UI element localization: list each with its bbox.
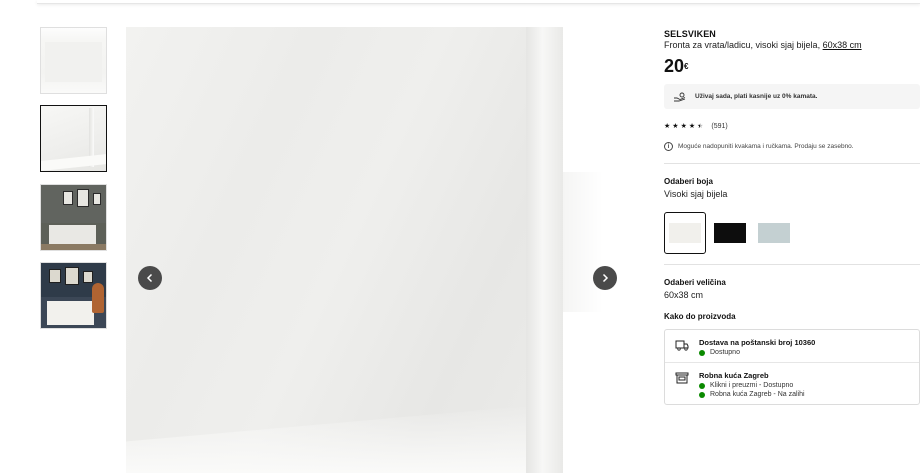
divider: [664, 264, 920, 265]
product-image-background: [563, 27, 628, 473]
price-currency: €: [684, 62, 689, 71]
color-swatch-list: [664, 212, 920, 254]
thumbnail-room-frame: [49, 269, 61, 283]
hand-coin-icon: [674, 92, 686, 101]
financing-banner[interactable]: Uživaj sada, plati kasnije uz 0% kamata.: [664, 84, 920, 109]
status-dot-icon: [699, 349, 705, 356]
half-star-icon: ★: [697, 123, 704, 130]
product-note-text: Moguće nadopuniti kvakama i ručkama. Pro…: [678, 143, 854, 150]
carousel-next-button[interactable]: [593, 266, 617, 290]
product-main-image[interactable]: [126, 27, 628, 473]
product-name: SELSVIKEN: [664, 29, 716, 39]
thumbnail-room-frame: [65, 267, 79, 285]
thumbnail-room-frame: [93, 193, 101, 205]
star-icon: ★: [688, 123, 696, 130]
color-swatch-black[interactable]: [714, 223, 746, 243]
divider: [664, 163, 920, 164]
delivery-info: Dostava na poštanski broj 10360 Dostupno: [699, 338, 815, 356]
thumbnail-room-frame: [77, 189, 89, 207]
header-shadow: [37, 0, 920, 4]
price-amount: 20: [664, 56, 685, 76]
thumbnail-room-plant: [92, 283, 104, 313]
delivery-row[interactable]: Dostava na poštanski broj 10360 Dostupno: [665, 330, 919, 362]
size-section-title: Odaberi veličina: [664, 278, 726, 287]
color-swatch-white-selected[interactable]: [664, 212, 706, 254]
chevron-left-icon: [146, 273, 153, 283]
thumbnail-room-frame: [63, 191, 73, 205]
thumbnail-2-active[interactable]: [40, 105, 107, 172]
store-title: Robna kuća Zagreb: [699, 371, 769, 380]
product-image-edge: [526, 27, 563, 473]
store-status-2-text: Robna kuća Zagreb - Na zalihi: [710, 391, 805, 398]
delivery-title: Dostava na poštanski broj 10360: [699, 338, 816, 347]
product-image-surface: [126, 27, 563, 473]
thumbnail-image-panel: [45, 42, 102, 82]
star-icon: ★: [672, 123, 679, 130]
store-icon: [675, 372, 689, 384]
product-rating[interactable]: ★ ★ ★ ★ ★ (591): [664, 122, 920, 131]
swatch-fill: [669, 223, 701, 243]
product-size-link[interactable]: 60x38 cm: [823, 40, 862, 50]
store-info: Robna kuća Zagreb Klikni i preuzmi - Dos…: [699, 371, 805, 398]
thumbnail-3[interactable]: [40, 184, 107, 251]
delivery-status: Dostupno: [699, 349, 815, 356]
product-info-panel: SELSVIKEN Fronta za vrata/ladicu, visoki…: [664, 27, 920, 405]
thumbnail-1[interactable]: [40, 27, 107, 94]
star-icon: ★: [680, 123, 687, 130]
financing-text: Uživaj sada, plati kasnije uz 0% kamata.: [695, 93, 818, 100]
thumbnail-room-frame: [83, 271, 93, 283]
store-row[interactable]: Robna kuća Zagreb Klikni i preuzmi - Dos…: [665, 362, 919, 404]
store-status-2: Robna kuća Zagreb - Na zalihi: [699, 391, 805, 398]
thumbnail-room-cabinet: [47, 301, 94, 325]
product-description: Fronta za vrata/ladicu, visoki sjaj bije…: [664, 39, 920, 51]
truck-icon: [675, 340, 689, 351]
status-dot-icon: [699, 391, 705, 398]
availability-box: Dostava na poštanski broj 10360 Dostupno…: [664, 329, 920, 405]
product-note: i Moguće nadopuniti kvakama i ručkama. P…: [664, 142, 920, 151]
star-icon: ★: [664, 123, 671, 130]
chevron-right-icon: [602, 273, 609, 283]
color-swatch-light-grey-green[interactable]: [758, 223, 790, 243]
info-icon: i: [664, 142, 673, 151]
availability-title: Kako do proizvoda: [664, 312, 736, 321]
color-section-title: Odaberi boja: [664, 177, 713, 186]
product-price: 20€: [664, 56, 920, 76]
store-status-1: Klikni i preuzmi - Dostupno: [699, 382, 805, 389]
thumbnail-room-floor: [41, 244, 106, 250]
delivery-status-text: Dostupno: [710, 349, 740, 356]
store-status-1-text: Klikni i preuzmi - Dostupno: [710, 382, 794, 389]
carousel-prev-button[interactable]: [138, 266, 162, 290]
status-dot-icon: [699, 382, 705, 389]
thumbnail-4[interactable]: [40, 262, 107, 329]
product-description-text: Fronta za vrata/ladicu, visoki sjaj bije…: [664, 40, 821, 50]
color-selected-value: Visoki sjaj bijela: [664, 189, 728, 199]
size-selected-value[interactable]: 60x38 cm: [664, 290, 920, 300]
rating-count: (591): [711, 122, 728, 130]
